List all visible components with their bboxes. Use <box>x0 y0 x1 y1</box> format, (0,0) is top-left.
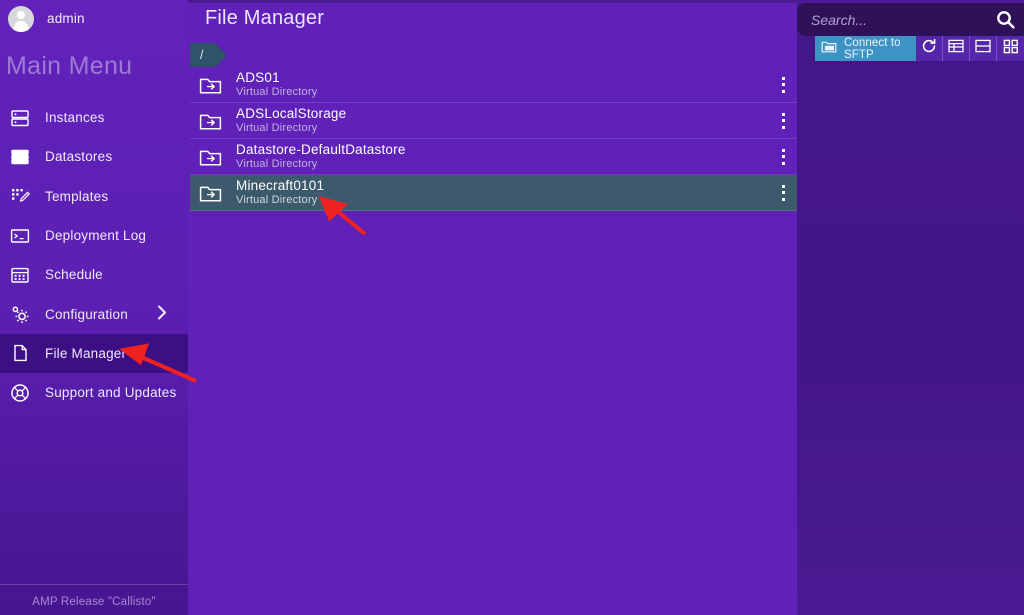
file-type: Virtual Directory <box>236 193 318 206</box>
table-row[interactable]: ADSLocalStorage Virtual Directory <box>190 103 797 139</box>
sidebar-item-instances[interactable]: Instances <box>0 98 188 137</box>
file-list: ADS01 Virtual Directory ADSLocalStorage … <box>190 67 797 211</box>
folder-link-icon <box>198 146 224 168</box>
file-entry-texts: Datastore-DefaultDatastore Virtual Direc… <box>236 141 406 171</box>
sidebar-item-configuration[interactable]: Configuration <box>0 294 188 333</box>
search-input[interactable] <box>797 11 993 28</box>
username-label: admin <box>47 11 85 26</box>
sidebar-item-label: Schedule <box>45 267 103 283</box>
sidebar-item-schedule[interactable]: Schedule <box>0 255 188 294</box>
user-account-row[interactable]: admin <box>0 0 188 37</box>
terminal-icon <box>9 225 31 247</box>
folder-link-icon <box>198 182 224 204</box>
table-row[interactable]: Datastore-DefaultDatastore Virtual Direc… <box>190 139 797 175</box>
file-entry-texts: ADS01 Virtual Directory <box>236 69 318 99</box>
kebab-menu-icon[interactable] <box>775 76 791 94</box>
connect-to-sftp-label: Connect to SFTP <box>844 36 901 61</box>
table-view-icon <box>948 39 964 58</box>
sidebar-item-label: Datastores <box>45 149 113 165</box>
file-name: Datastore-DefaultDatastore <box>236 141 406 157</box>
file-toolbar: Connect to SFTP <box>815 36 1024 61</box>
folder-link-icon <box>198 74 224 96</box>
sidebar: admin Main Menu Instances Datastores Tem… <box>0 0 188 615</box>
search-icon[interactable] <box>993 9 1018 30</box>
grid-view-icon <box>1003 39 1019 59</box>
folder-image-icon <box>821 39 837 59</box>
sidebar-item-deployment-log[interactable]: Deployment Log <box>0 216 188 255</box>
file-name: ADSLocalStorage <box>236 105 347 121</box>
sidebar-item-datastores[interactable]: Datastores <box>0 137 188 176</box>
server-icon <box>9 107 31 129</box>
file-entry-texts: ADSLocalStorage Virtual Directory <box>236 105 347 135</box>
main-menu-heading: Main Menu <box>6 52 133 80</box>
sidebar-nav: Instances Datastores Templates Deploymen… <box>0 98 188 412</box>
connect-to-sftp-button[interactable]: Connect to SFTP <box>815 36 916 61</box>
main-content: File Manager / ADS01 Virtual Directory A… <box>188 3 797 615</box>
chevron-right-icon <box>154 303 170 326</box>
search-bar <box>797 3 1024 36</box>
breadcrumb-item-root[interactable]: / <box>190 43 229 67</box>
file-type: Virtual Directory <box>236 121 318 134</box>
file-name: ADS01 <box>236 69 280 85</box>
right-panel <box>797 3 1024 615</box>
list-view-button[interactable] <box>943 36 970 61</box>
refresh-icon <box>921 38 937 59</box>
sidebar-item-templates[interactable]: Templates <box>0 177 188 216</box>
lifebuoy-icon <box>9 382 31 404</box>
sidebar-divider <box>0 584 188 585</box>
file-icon <box>9 342 31 364</box>
sidebar-item-file-manager[interactable]: File Manager <box>0 333 188 374</box>
file-name: Minecraft0101 <box>236 177 325 193</box>
sidebar-item-support-and-updates[interactable]: Support and Updates <box>0 373 188 412</box>
sidebar-item-label: Support and Updates <box>45 385 177 401</box>
kebab-menu-icon[interactable] <box>775 112 791 130</box>
app-window: admin Main Menu Instances Datastores Tem… <box>0 0 1024 615</box>
refresh-button[interactable] <box>916 36 943 61</box>
table-row[interactable]: Minecraft0101 Virtual Directory <box>190 175 797 211</box>
user-avatar-icon <box>8 5 34 32</box>
sidebar-item-label: Configuration <box>45 306 128 322</box>
database-list-icon <box>9 146 31 168</box>
file-type: Virtual Directory <box>236 157 318 170</box>
template-edit-icon <box>9 185 31 207</box>
kebab-menu-icon[interactable] <box>775 184 791 202</box>
sidebar-item-label: Deployment Log <box>45 228 147 244</box>
kebab-menu-icon[interactable] <box>775 148 791 166</box>
sidebar-item-label: Templates <box>45 188 109 204</box>
gear-icon <box>9 303 31 325</box>
file-entry-texts: Minecraft0101 Virtual Directory <box>236 177 325 207</box>
split-view-button[interactable] <box>970 36 997 61</box>
split-view-icon <box>975 39 991 58</box>
app-release-label: AMP Release "Callisto" <box>32 596 156 608</box>
page-title: File Manager <box>205 7 325 29</box>
sidebar-item-label: File Manager <box>45 345 127 361</box>
sidebar-item-label: Instances <box>45 110 105 126</box>
folder-link-icon <box>198 110 224 132</box>
table-row[interactable]: ADS01 Virtual Directory <box>190 67 797 103</box>
file-type: Virtual Directory <box>236 85 318 98</box>
calendar-icon <box>9 264 31 286</box>
breadcrumb: / <box>190 43 229 67</box>
grid-view-button[interactable] <box>997 36 1024 61</box>
